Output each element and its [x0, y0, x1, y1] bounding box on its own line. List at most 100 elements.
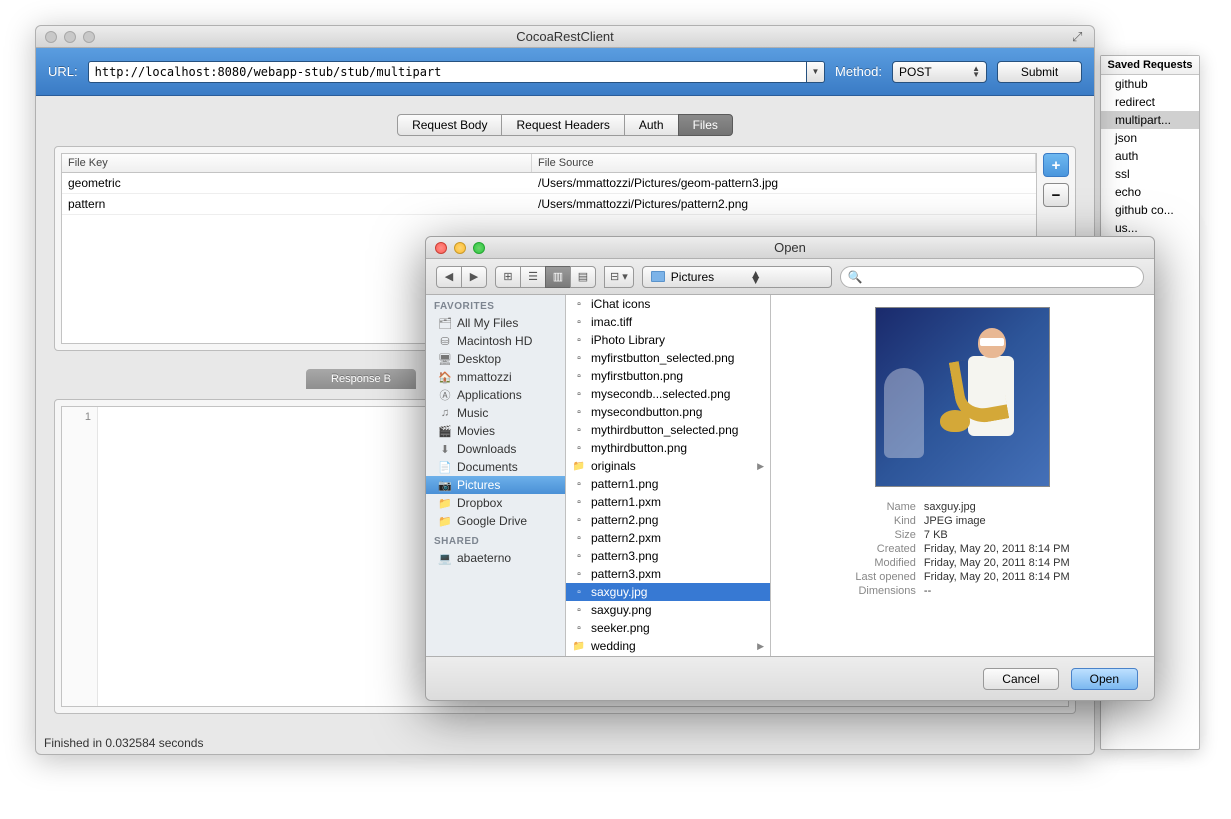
file-icon: ▫	[572, 316, 586, 328]
url-history-dropdown[interactable]: ▼	[807, 61, 825, 83]
table-row[interactable]: pattern /Users/mmattozzi/Pictures/patter…	[62, 194, 1036, 215]
back-button[interactable]: ◀	[436, 266, 462, 288]
list-item[interactable]: ▫pattern3.png	[566, 547, 770, 565]
sidebar-item-downloads[interactable]: ⬇Downloads	[426, 440, 565, 458]
url-input[interactable]	[88, 61, 807, 83]
list-item[interactable]: ▫iPhoto Library	[566, 331, 770, 349]
saved-item-selected[interactable]: multipart...	[1101, 111, 1199, 129]
method-select[interactable]: POST ▲▼	[892, 61, 987, 83]
sidebar-item-desktop[interactable]: 🖥Desktop	[426, 350, 565, 368]
list-item[interactable]: ▫mythirdbutton.png	[566, 439, 770, 457]
tab-files[interactable]: Files	[678, 114, 733, 136]
file-name: iChat icons	[591, 297, 650, 311]
meta-created-label: Created	[855, 543, 916, 555]
file-icon: ▫	[572, 586, 586, 598]
saved-item[interactable]: us...	[1101, 219, 1199, 237]
list-view-button[interactable]: ☰	[520, 266, 546, 288]
sidebar-item-music[interactable]: ♫Music	[426, 404, 565, 422]
add-file-button[interactable]: +	[1043, 153, 1069, 177]
list-item[interactable]: ▫pattern3.pxm	[566, 565, 770, 583]
saved-item[interactable]: json	[1101, 129, 1199, 147]
table-row[interactable]: geometric /Users/mmattozzi/Pictures/geom…	[62, 173, 1036, 194]
list-item[interactable]: ▫ seeker.png	[566, 619, 770, 637]
traffic-lights	[435, 242, 485, 254]
list-item[interactable]: ▫myfirstbutton_selected.png	[566, 349, 770, 367]
coverflow-view-button[interactable]: ▤	[570, 266, 596, 288]
sidebar-item-shared[interactable]: 💻abaeterno	[426, 549, 565, 567]
list-item[interactable]: ▫mysecondbutton.png	[566, 403, 770, 421]
sidebar-item-apps[interactable]: ⒶApplications	[426, 386, 565, 404]
home-icon: 🏠	[438, 371, 452, 383]
file-source-cell: /Users/mmattozzi/Pictures/geom-pattern3.…	[532, 173, 1036, 193]
method-value: POST	[899, 65, 932, 79]
zoom-icon[interactable]	[473, 242, 485, 254]
list-item[interactable]: ▫pattern2.pxm	[566, 529, 770, 547]
arrange-button[interactable]: ⊟ ▾	[604, 266, 634, 288]
file-icon: ▫	[572, 604, 586, 616]
dialog-body: FAVORITES 🗂All My Files ⛁Macintosh HD 🖥D…	[426, 295, 1154, 656]
sidebar-item-dropbox[interactable]: 📁Dropbox	[426, 494, 565, 512]
tab-request-headers[interactable]: Request Headers	[501, 114, 624, 136]
saved-item[interactable]: auth	[1101, 147, 1199, 165]
shared-header: SHARED	[426, 530, 565, 549]
sidebar-item-gdrive[interactable]: 📁Google Drive	[426, 512, 565, 530]
harddrive-icon: ⛁	[438, 335, 452, 347]
list-item[interactable]: ▫pattern1.png	[566, 475, 770, 493]
meta-name-label: Name	[855, 501, 916, 513]
list-item[interactable]: ▫imac.tiff	[566, 313, 770, 331]
list-item[interactable]: 📁wedding▶	[566, 637, 770, 655]
search-input[interactable]	[840, 266, 1144, 288]
saved-item[interactable]: github	[1101, 75, 1199, 93]
sidebar-item-home[interactable]: 🏠mmattozzi	[426, 368, 565, 386]
file-list-column: ▫iChat icons▫imac.tiff▫iPhoto Library▫my…	[566, 295, 771, 656]
forward-button[interactable]: ▶	[461, 266, 487, 288]
minimize-icon[interactable]	[64, 31, 76, 43]
list-item[interactable]: ▫mythirdbutton_selected.png	[566, 421, 770, 439]
file-icon: ▫	[572, 550, 586, 562]
saved-item[interactable]: github co...	[1101, 201, 1199, 219]
file-icon: ▫	[572, 622, 586, 634]
col-file-key[interactable]: File Key	[62, 154, 532, 172]
open-button[interactable]: Open	[1071, 668, 1138, 690]
sidebar-item-hd[interactable]: ⛁Macintosh HD	[426, 332, 565, 350]
fullscreen-icon[interactable]: ⤢	[1072, 29, 1086, 43]
saved-item[interactable]: ssl	[1101, 165, 1199, 183]
zoom-icon[interactable]	[83, 31, 95, 43]
response-tab[interactable]: Response B	[306, 369, 416, 389]
path-dropdown[interactable]: Pictures ▲▼	[642, 266, 832, 288]
tab-auth[interactable]: Auth	[624, 114, 679, 136]
list-item[interactable]: ▫myfirstbutton.png	[566, 367, 770, 385]
traffic-lights	[45, 31, 95, 43]
folder-icon	[651, 271, 665, 282]
sidebar-item-movies[interactable]: 🎬Movies	[426, 422, 565, 440]
folder-icon: 📁	[438, 515, 452, 527]
line-gutter: 1	[62, 407, 98, 706]
saved-requests-list: github redirect multipart... json auth s…	[1101, 75, 1199, 255]
list-item[interactable]: ▫saxguy.jpg	[566, 583, 770, 601]
list-item[interactable]: ▫iChat icons	[566, 295, 770, 313]
list-item[interactable]: 📁originals▶	[566, 457, 770, 475]
file-name: seeker.png	[591, 621, 650, 635]
list-item[interactable]: ▫saxguy.png	[566, 601, 770, 619]
saved-item[interactable]: redirect	[1101, 93, 1199, 111]
submit-button[interactable]: Submit	[997, 61, 1082, 83]
tab-request-body[interactable]: Request Body	[397, 114, 502, 136]
close-icon[interactable]	[435, 242, 447, 254]
sidebar-item-allfiles[interactable]: 🗂All My Files	[426, 314, 565, 332]
saved-item[interactable]: echo	[1101, 183, 1199, 201]
file-key-cell: pattern	[62, 194, 532, 214]
list-item[interactable]: ▫mysecondb...selected.png	[566, 385, 770, 403]
column-view-button[interactable]: ▥	[545, 266, 571, 288]
col-file-source[interactable]: File Source	[532, 154, 1036, 172]
list-item[interactable]: ▫pattern2.png	[566, 511, 770, 529]
remove-file-button[interactable]: −	[1043, 183, 1069, 207]
close-icon[interactable]	[45, 31, 57, 43]
list-item[interactable]: ▫pattern1.pxm	[566, 493, 770, 511]
cancel-button[interactable]: Cancel	[983, 668, 1058, 690]
sidebar-item-documents[interactable]: 📄Documents	[426, 458, 565, 476]
icon-view-button[interactable]: ⊞	[495, 266, 521, 288]
meta-opened-value: Friday, May 20, 2011 8:14 PM	[924, 571, 1070, 583]
minimize-icon[interactable]	[454, 242, 466, 254]
sidebar-item-pictures[interactable]: 📷Pictures	[426, 476, 565, 494]
main-titlebar: CocoaRestClient ⤢	[36, 26, 1094, 48]
